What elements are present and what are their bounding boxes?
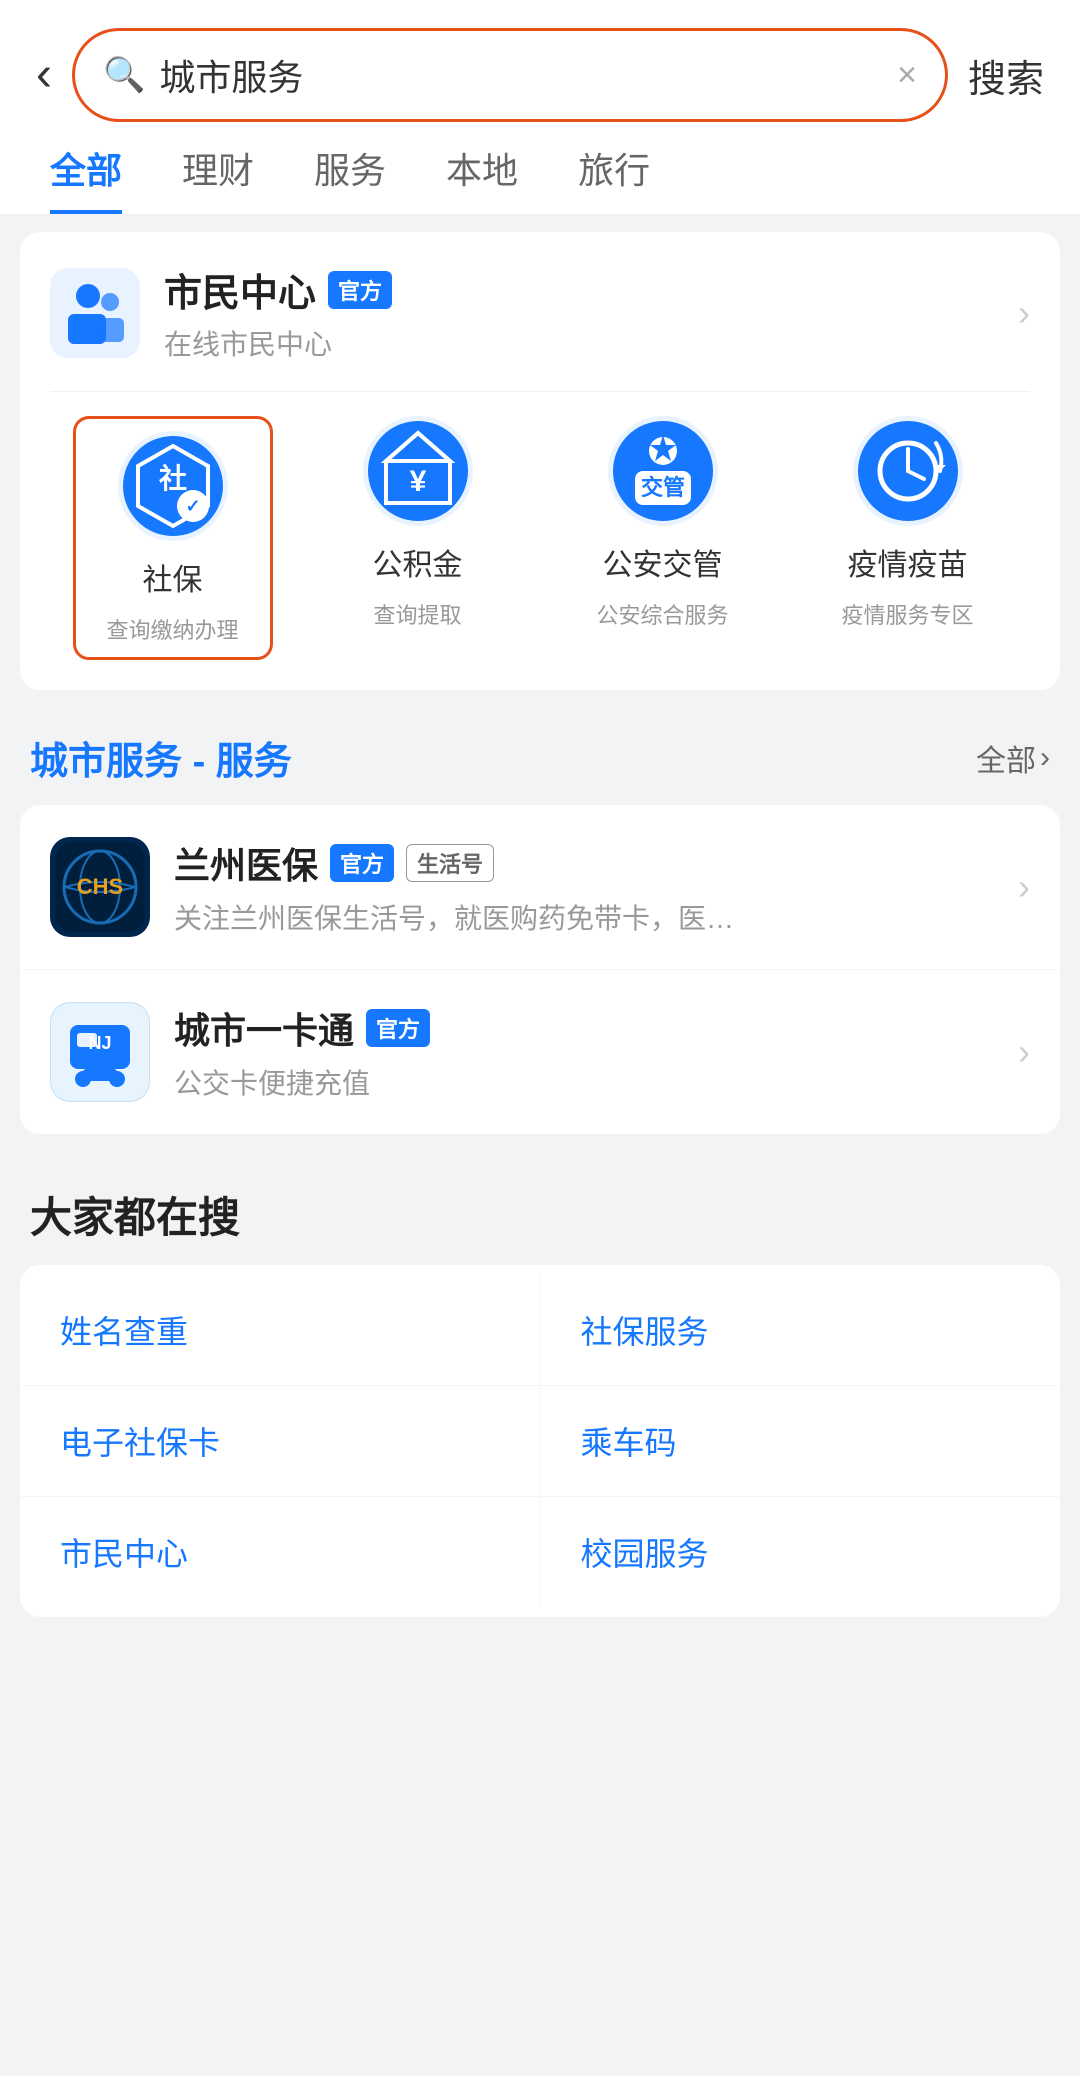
service-item-shebao[interactable]: 社 ✓ 社保 查询缴纳办理 bbox=[73, 416, 273, 660]
lzybao-official-badge: 官方 bbox=[330, 844, 394, 882]
lzybao-chevron: › bbox=[1018, 866, 1030, 908]
service-grid: 社 ✓ 社保 查询缴纳办理 ¥ 公积金 查询提取 bbox=[50, 416, 1030, 660]
civic-info: 市民中心 官方 在线市民中心 bbox=[164, 262, 994, 363]
popular-item-shiminzhongxin[interactable]: 市民中心 bbox=[20, 1497, 541, 1607]
lzybao-desc: 关注兰州医保生活号，就医购药免带卡，医… bbox=[174, 897, 994, 937]
gjj-name: 公积金 bbox=[373, 540, 463, 584]
yikatong-chevron: › bbox=[1018, 1031, 1030, 1073]
svg-text:CHS: CHS bbox=[77, 874, 123, 899]
svg-text:¥: ¥ bbox=[409, 465, 426, 498]
yikatong-official-badge: 官方 bbox=[366, 1009, 430, 1047]
popular-item-eshebaoka[interactable]: 电子社保卡 bbox=[20, 1386, 541, 1496]
svg-text:交管: 交管 bbox=[640, 475, 684, 500]
shebao-desc: 查询缴纳办理 bbox=[106, 613, 238, 645]
city-services-title: 城市服务 - 服务 bbox=[30, 730, 292, 785]
jiaoguan-name: 公安交管 bbox=[603, 540, 723, 584]
popular-title: 大家都在搜 bbox=[0, 1154, 1080, 1265]
header: ‹ 🔍 城市服务 × 搜索 bbox=[0, 0, 1080, 122]
service-item-yimiao[interactable]: 疫情疫苗 疫情服务专区 bbox=[808, 416, 1008, 660]
back-button[interactable]: ‹ bbox=[36, 51, 52, 99]
popular-row-2: 电子社保卡 乘车码 bbox=[20, 1386, 1060, 1497]
service-item-jiaoguan[interactable]: 交管 公安交管 公安综合服务 bbox=[563, 416, 763, 660]
civic-subtitle: 在线市民中心 bbox=[164, 323, 994, 363]
jiaoguan-desc: 公安综合服务 bbox=[596, 598, 728, 630]
popular-item-chechema[interactable]: 乘车码 bbox=[541, 1386, 1061, 1496]
gjj-desc: 查询提取 bbox=[373, 598, 461, 630]
yikatong-name: 城市一卡通 官方 bbox=[174, 1002, 994, 1054]
list-item-lzybao[interactable]: CHS 兰州医保 官方 生活号 关注兰州医保生活号，就医购药免带卡，医… › bbox=[20, 805, 1060, 970]
service-item-gjj[interactable]: ¥ 公积金 查询提取 bbox=[318, 416, 518, 660]
civic-chevron: › bbox=[1018, 292, 1030, 334]
svg-text:社: 社 bbox=[158, 463, 186, 494]
svg-text:NJ: NJ bbox=[88, 1033, 111, 1053]
civic-center-card: 市民中心 官方 在线市民中心 › 社 ✓ 社保 bbox=[20, 232, 1060, 690]
official-badge: 官方 bbox=[328, 271, 392, 309]
search-button[interactable]: 搜索 bbox=[968, 48, 1044, 103]
list-item-yikatong[interactable]: NJ 城市一卡通 官方 公交卡便捷充值 › bbox=[20, 970, 1060, 1134]
jiaoguan-icon: 交管 bbox=[608, 416, 718, 526]
shebao-name: 社保 bbox=[143, 555, 203, 599]
shebao-icon: 社 ✓ bbox=[118, 431, 228, 541]
view-all-button[interactable]: 全部 › bbox=[976, 736, 1050, 780]
lzybao-logo: CHS bbox=[50, 837, 150, 937]
popular-item-xiaoyuan[interactable]: 校园服务 bbox=[541, 1497, 1061, 1607]
clear-icon[interactable]: × bbox=[897, 56, 917, 95]
popular-section: 大家都在搜 姓名查重 社保服务 电子社保卡 乘车码 市民中心 校园服务 bbox=[0, 1154, 1080, 1617]
city-services-header: 城市服务 - 服务 全部 › bbox=[0, 710, 1080, 805]
yimiao-icon bbox=[853, 416, 963, 526]
gjj-icon: ¥ bbox=[363, 416, 473, 526]
services-list-card: CHS 兰州医保 官方 生活号 关注兰州医保生活号，就医购药免带卡，医… › N… bbox=[20, 805, 1060, 1134]
search-input[interactable]: 城市服务 bbox=[159, 49, 883, 101]
civic-center-row[interactable]: 市民中心 官方 在线市民中心 › bbox=[50, 262, 1030, 392]
tab-service[interactable]: 服务 bbox=[314, 142, 386, 214]
yikatong-desc: 公交卡便捷充值 bbox=[174, 1062, 994, 1102]
popular-row-3: 市民中心 校园服务 bbox=[20, 1497, 1060, 1607]
popular-item-shebao-service[interactable]: 社保服务 bbox=[541, 1275, 1061, 1385]
tab-all[interactable]: 全部 bbox=[50, 142, 122, 214]
yimiao-desc: 疫情服务专区 bbox=[841, 598, 973, 630]
tab-travel[interactable]: 旅行 bbox=[578, 142, 650, 214]
popular-item-xingming[interactable]: 姓名查重 bbox=[20, 1275, 541, 1385]
tab-finance[interactable]: 理财 bbox=[182, 142, 254, 214]
tab-local[interactable]: 本地 bbox=[446, 142, 518, 214]
search-icon: 🔍 bbox=[103, 55, 145, 95]
lzybao-info: 兰州医保 官方 生活号 关注兰州医保生活号，就医购药免带卡，医… bbox=[174, 837, 994, 937]
civic-center-icon bbox=[50, 268, 140, 358]
yikatong-logo: NJ bbox=[50, 1002, 150, 1102]
civic-title: 市民中心 官方 bbox=[164, 262, 994, 317]
popular-row-1: 姓名查重 社保服务 bbox=[20, 1275, 1060, 1386]
yimiao-name: 疫情疫苗 bbox=[848, 540, 968, 584]
yikatong-info: 城市一卡通 官方 公交卡便捷充值 bbox=[174, 1002, 994, 1102]
tab-bar: 全部 理财 服务 本地 旅行 bbox=[0, 122, 1080, 214]
svg-text:✓: ✓ bbox=[185, 496, 200, 516]
lzybao-life-badge: 生活号 bbox=[406, 844, 494, 882]
search-bar[interactable]: 🔍 城市服务 × bbox=[72, 28, 948, 122]
lzybao-name: 兰州医保 官方 生活号 bbox=[174, 837, 994, 889]
popular-grid: 姓名查重 社保服务 电子社保卡 乘车码 市民中心 校园服务 bbox=[20, 1265, 1060, 1617]
